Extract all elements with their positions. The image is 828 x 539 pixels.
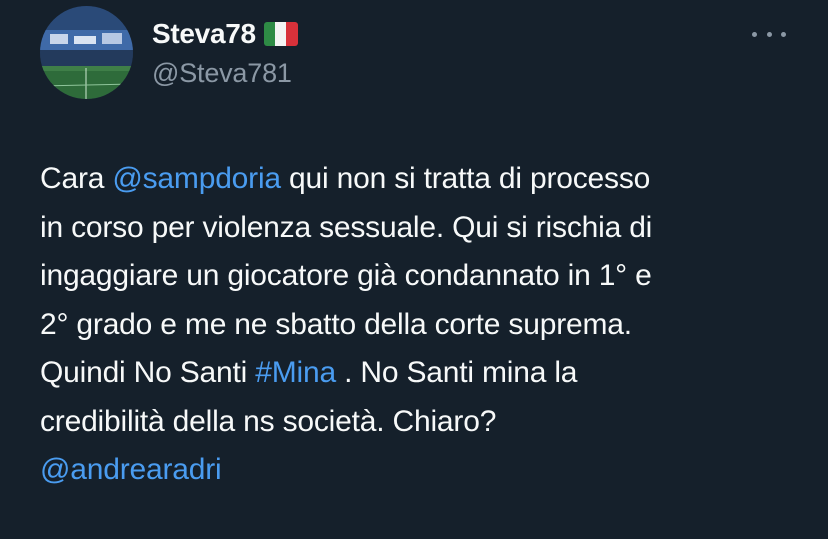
text-segment: Cara	[40, 162, 113, 195]
author-name-row: Steva78	[152, 16, 298, 52]
italy-flag-icon	[263, 22, 298, 46]
avatar[interactable]	[40, 6, 133, 99]
text-segment: Quindi No Santi	[40, 356, 256, 389]
tweet-line: Quindi No Santi #Mina . No Santi mina la	[40, 349, 800, 398]
mention-link-sampdoria[interactable]: @sampdoria	[112, 162, 281, 195]
tweet-line: @andrearadri	[40, 446, 800, 495]
user-handle[interactable]: @Steva781	[152, 58, 292, 89]
tweet-line: Cara @sampdoria qui non si tratta di pro…	[40, 155, 800, 204]
stadium-avatar-image	[40, 6, 133, 99]
tweet-line: credibilità della ns società. Chiaro?	[40, 404, 497, 438]
mention-link-andrearadri[interactable]: @andrearadri	[40, 453, 222, 486]
text-segment: . No Santi mina la	[335, 356, 578, 389]
more-options-icon[interactable]	[752, 22, 786, 46]
tweet-text: Cara @sampdoria qui non si tratta di pro…	[40, 155, 800, 495]
tweet-card: Steva78 @Steva781 Cara @sampdoria qui no…	[0, 0, 828, 539]
text-segment: qui non si tratta di processo	[280, 162, 651, 195]
tweet-line: in corso per violenza sessuale. Qui si r…	[40, 210, 653, 244]
hashtag-link-mina[interactable]: #Mina	[255, 356, 336, 389]
display-name[interactable]: Steva78	[152, 18, 256, 50]
tweet-line: 2° grado e me ne sbatto della corte supr…	[40, 307, 632, 341]
tweet-line: ingaggiare un giocatore già condannato i…	[40, 259, 652, 292]
